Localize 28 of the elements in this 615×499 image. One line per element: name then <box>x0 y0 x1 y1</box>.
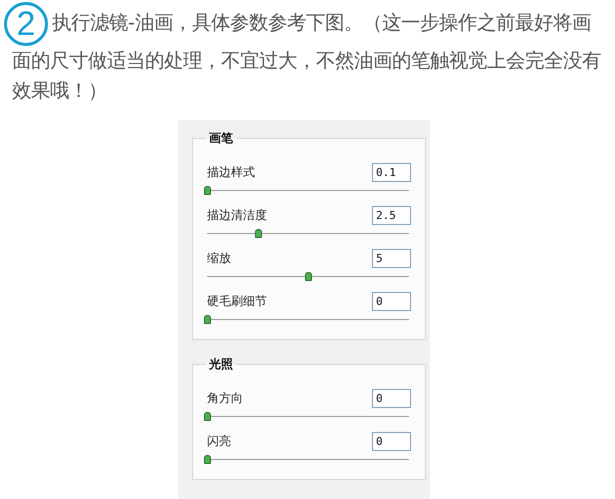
value-field[interactable]: 2.5 <box>372 206 411 225</box>
value-field[interactable]: 0 <box>372 432 411 451</box>
group-title: 画笔 <box>208 130 234 147</box>
slider-label: 描边清洁度 <box>207 207 267 224</box>
slider[interactable] <box>207 411 409 422</box>
slider-thumb[interactable] <box>204 412 211 421</box>
slider-label: 缩放 <box>207 250 231 267</box>
slider-label: 闪亮 <box>207 433 231 450</box>
step-number: 2 <box>4 2 48 46</box>
value-field[interactable]: 0 <box>372 389 411 408</box>
value-field[interactable]: 0.1 <box>372 163 411 182</box>
value-field[interactable]: 0 <box>372 292 411 311</box>
slider-thumb[interactable] <box>204 455 211 464</box>
slider-thumb[interactable] <box>254 229 262 238</box>
instruction-paragraph: 2 执行滤镜-油画，具体参数参考下图。（这一步操作之前最好将画面的尺寸做适当的处理，不宜过大，不然油画的笔触视觉上会完全没有效果哦！） <box>0 0 613 106</box>
value-field[interactable]: 5 <box>372 249 411 268</box>
slider-label: 硬毛刷细节 <box>207 293 267 310</box>
slider[interactable] <box>207 454 409 465</box>
slider-thumb[interactable] <box>204 315 211 324</box>
slider[interactable] <box>207 314 409 325</box>
slider-label: 描边样式 <box>207 164 255 181</box>
slider-thumb[interactable] <box>305 272 312 281</box>
slider-label: 角方向 <box>207 390 243 407</box>
slider-thumb[interactable] <box>204 186 211 195</box>
group-title: 光照 <box>208 356 234 373</box>
slider[interactable] <box>207 185 409 196</box>
slider[interactable] <box>207 228 409 239</box>
slider[interactable] <box>207 271 409 282</box>
